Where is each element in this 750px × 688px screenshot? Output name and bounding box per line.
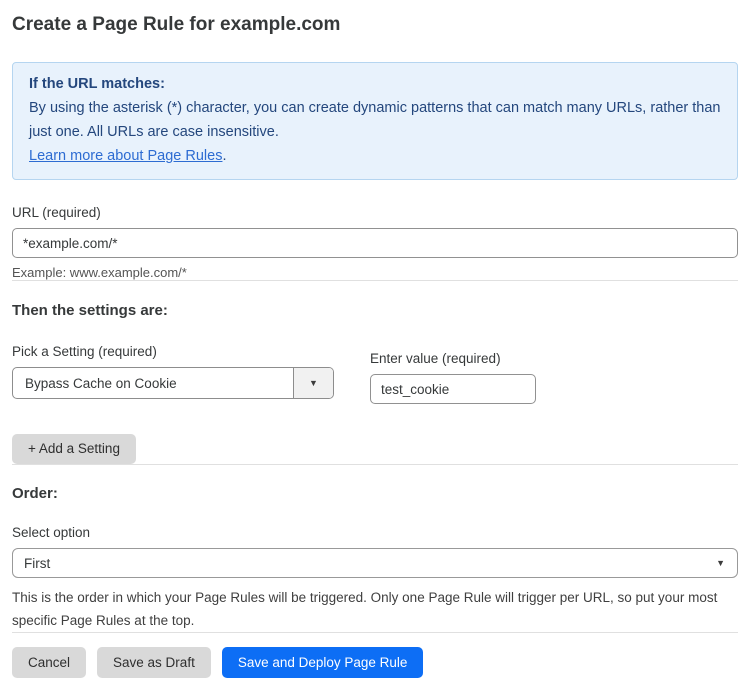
cancel-button[interactable]: Cancel — [12, 647, 86, 678]
settings-row: Pick a Setting (required) Bypass Cache o… — [12, 344, 738, 404]
link-period: . — [222, 148, 226, 164]
learn-more-link[interactable]: Learn more about Page Rules — [29, 148, 222, 164]
chevron-down-icon: ▼ — [716, 558, 725, 568]
settings-heading: Then the settings are: — [12, 302, 738, 319]
enter-value-column: Enter value (required) — [370, 351, 536, 404]
url-section: URL (required) Example: www.example.com/… — [12, 205, 738, 280]
chevron-down-icon: ▼ — [309, 378, 318, 388]
order-select-label: Select option — [12, 525, 738, 540]
page-title: Create a Page Rule for example.com — [12, 14, 738, 36]
url-label: URL (required) — [12, 205, 738, 220]
enter-value-label: Enter value (required) — [370, 351, 536, 366]
pick-setting-column: Pick a Setting (required) Bypass Cache o… — [12, 344, 334, 399]
url-matches-info-box: If the URL matches: By using the asteris… — [12, 62, 738, 180]
pick-setting-label: Pick a Setting (required) — [12, 344, 334, 359]
pick-setting-selected-value: Bypass Cache on Cookie — [13, 368, 293, 398]
order-selected-value: First — [24, 556, 50, 571]
divider — [12, 632, 738, 633]
setting-value-input[interactable] — [370, 374, 536, 404]
url-input[interactable] — [12, 228, 738, 258]
info-box-body: By using the asterisk (*) character, you… — [29, 96, 721, 144]
order-heading: Order: — [12, 485, 738, 502]
info-box-heading: If the URL matches: — [29, 72, 721, 96]
save-and-deploy-button[interactable]: Save and Deploy Page Rule — [222, 647, 424, 678]
footer-actions: Cancel Save as Draft Save and Deploy Pag… — [12, 647, 738, 678]
url-example-hint: Example: www.example.com/* — [12, 265, 738, 280]
dropdown-arrow-button[interactable]: ▼ — [293, 368, 333, 398]
order-select[interactable]: First ▼ — [12, 548, 738, 578]
divider — [12, 280, 738, 281]
add-setting-button[interactable]: + Add a Setting — [12, 434, 136, 464]
info-box-link-line: Learn more about Page Rules. — [29, 144, 721, 168]
save-as-draft-button[interactable]: Save as Draft — [97, 647, 211, 678]
pick-setting-select[interactable]: Bypass Cache on Cookie ▼ — [12, 367, 334, 399]
divider — [12, 464, 738, 465]
order-help-text: This is the order in which your Page Rul… — [12, 586, 738, 632]
